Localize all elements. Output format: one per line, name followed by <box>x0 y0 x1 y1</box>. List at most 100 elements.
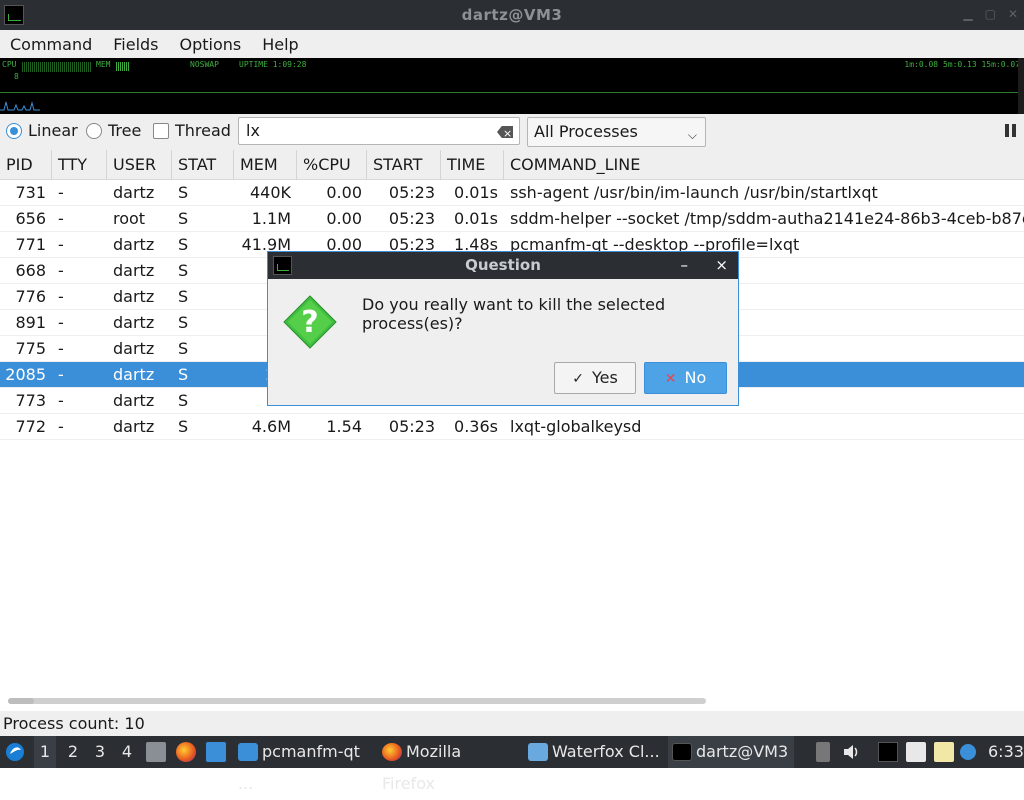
cell-tty: - <box>58 313 64 332</box>
table-row[interactable]: 731- dartz S 440K 0.00 05:23 0.01s ssh-agent /u… <box>0 180 1024 206</box>
menu-command[interactable]: Command <box>10 35 92 54</box>
window-controls: ▁ ▢ ✕ <box>963 7 1018 21</box>
cell-pid: 2085 <box>5 365 46 384</box>
menu-options[interactable]: Options <box>180 35 242 54</box>
column-start[interactable]: START <box>367 150 441 180</box>
table-row[interactable]: 772- dartz S 4.6M 1.54 05:23 0.36s lxqt-globalk… <box>0 414 1024 440</box>
cell-stat: S <box>178 261 189 280</box>
cell-cpu: 0.00 <box>326 183 362 202</box>
minimize-icon[interactable]: ▁ <box>963 7 972 21</box>
file-manager-icon[interactable] <box>146 742 166 762</box>
cell-cpu: 1.54 <box>326 417 362 436</box>
cell-tty: - <box>58 365 64 384</box>
removable-media-icon[interactable] <box>816 742 830 762</box>
menu-bar: Command Fields Options Help <box>0 30 1024 58</box>
cell-tty: - <box>58 339 64 358</box>
firefox-icon <box>382 743 402 761</box>
cell-tty: - <box>58 417 64 436</box>
workspace-4[interactable]: 4 <box>116 736 138 768</box>
no-label: No <box>684 368 707 387</box>
cell-stat: S <box>178 313 189 332</box>
table-row[interactable]: 656- root S 1.1M 0.00 05:23 0.01s sddm-helper -… <box>0 206 1024 232</box>
task-firefox[interactable]: Mozilla Firefox <box>378 736 518 793</box>
dialog-minimize-icon[interactable]: – <box>681 252 689 279</box>
clock[interactable]: 6:33 <box>988 736 1024 768</box>
yes-button[interactable]: ✓ Yes <box>554 362 636 394</box>
cell-stat: S <box>178 235 189 254</box>
task-waterfox[interactable]: Waterfox Cl... <box>524 736 664 768</box>
cell-time: 0.01s <box>454 183 498 202</box>
cell-pid: 656 <box>15 209 46 228</box>
cell-stat: S <box>178 391 189 410</box>
cell-time: 0.01s <box>454 209 498 228</box>
uptime-label: UPTIME 1:09:28 <box>239 60 307 69</box>
window-title: dartz@VM3 <box>461 6 563 24</box>
workspace-2[interactable]: 2 <box>62 736 84 768</box>
column-command-line[interactable]: COMMAND_LINE <box>504 150 1024 180</box>
column-user[interactable]: USER <box>107 150 172 180</box>
status-bar: Process count: 10 <box>0 711 1024 736</box>
column-cpu[interactable]: %CPU <box>297 150 367 180</box>
task-qps[interactable]: dartz@VM3 <box>668 736 794 768</box>
thread-checkbox[interactable] <box>153 123 169 139</box>
cell-pid: 773 <box>15 391 46 410</box>
dialog-titlebar[interactable]: Question – × <box>268 252 738 279</box>
search-input[interactable]: lx <box>238 117 520 145</box>
mem-label: MEM <box>96 60 111 69</box>
column-stat[interactable]: STAT <box>172 150 234 180</box>
network-icon[interactable] <box>906 742 926 762</box>
search-value: lx <box>246 121 260 140</box>
cell-tty: - <box>58 391 64 410</box>
notification-icon[interactable] <box>960 744 976 760</box>
process-filter-select[interactable]: All Processes ⌵ <box>527 117 706 147</box>
cell-command: sddm-helper --socket /tmp/sddm-autha2141… <box>510 209 1024 228</box>
cell-stat: S <box>178 417 189 436</box>
clipboard-icon[interactable] <box>934 742 954 762</box>
maximize-icon[interactable]: ▢ <box>985 7 996 21</box>
cell-pid: 775 <box>15 339 46 358</box>
cell-user: root <box>113 209 146 228</box>
show-desktop-icon[interactable] <box>206 742 226 762</box>
cell-stat: S <box>178 339 189 358</box>
swap-label: NOSWAP <box>190 60 219 69</box>
column-pid[interactable]: PID <box>0 150 52 180</box>
linear-label[interactable]: Linear <box>28 121 78 140</box>
cpu-graph <box>22 62 92 72</box>
workspace-1[interactable]: 1 <box>34 736 56 768</box>
chevron-down-icon: ⌵ <box>687 128 697 142</box>
no-button[interactable]: ✕ No <box>644 362 727 394</box>
task-qps-label: dartz@VM3 <box>696 742 789 761</box>
folder-icon <box>238 743 258 761</box>
cell-pid: 776 <box>15 287 46 306</box>
cell-user: dartz <box>113 339 155 358</box>
monitor-scrollbar <box>1018 58 1024 114</box>
thread-label[interactable]: Thread <box>175 121 231 140</box>
clear-search-icon[interactable] <box>497 126 513 138</box>
workspace-3[interactable]: 3 <box>89 736 111 768</box>
window-titlebar[interactable]: dartz@VM3 ▁ ▢ ✕ <box>0 0 1024 30</box>
system-monitor: CPU MEM NOSWAP UPTIME 1:09:28 1m:0.08 5m… <box>0 58 1024 114</box>
cell-time: 0.36s <box>454 417 498 436</box>
menu-help[interactable]: Help <box>262 35 298 54</box>
dialog-close-icon[interactable]: × <box>715 252 728 279</box>
task-pcmanfm[interactable]: pcmanfm-qt ... <box>234 736 376 793</box>
tree-label[interactable]: Tree <box>108 121 141 140</box>
start-menu-icon[interactable] <box>4 736 28 768</box>
tree-radio[interactable] <box>86 123 102 139</box>
pause-icon[interactable] <box>1005 124 1017 137</box>
firefox-icon[interactable] <box>176 742 196 762</box>
menu-fields[interactable]: Fields <box>113 35 158 54</box>
column-mem[interactable]: MEM <box>234 150 297 180</box>
app-icon <box>4 5 24 25</box>
cell-user: dartz <box>113 235 155 254</box>
cell-user: dartz <box>113 417 155 436</box>
cell-pid: 668 <box>15 261 46 280</box>
column-tty[interactable]: TTY <box>52 150 107 180</box>
horizontal-scrollbar[interactable] <box>8 698 706 704</box>
close-icon[interactable]: ✕ <box>1008 7 1018 21</box>
question-icon: ? <box>283 295 337 349</box>
column-time[interactable]: TIME <box>441 150 504 180</box>
linear-radio[interactable] <box>6 123 22 139</box>
volume-icon[interactable] <box>842 736 862 768</box>
qps-tray-icon[interactable] <box>878 742 898 762</box>
